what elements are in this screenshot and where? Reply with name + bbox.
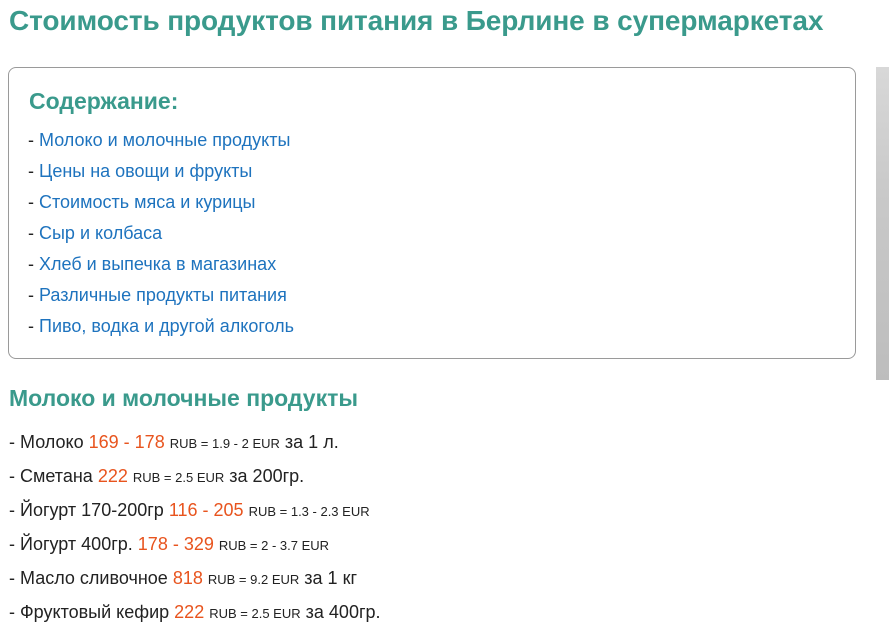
product-unit: за 200гр. (229, 466, 305, 486)
product-name: Молоко (20, 432, 84, 452)
toc-list: - Молоко и молочные продукты - Цены на о… (28, 127, 294, 344)
price-rub: 222 (174, 602, 205, 622)
price-rub: 222 (97, 466, 128, 486)
price-rub: 116 - 205 (168, 500, 244, 520)
section-title: Молоко и молочные продукты (9, 385, 358, 411)
price-rub: 169 - 178 (88, 432, 165, 452)
product-unit: за 1 кг (304, 568, 358, 588)
toc-item: - Хлеб и выпечка в магазинах (28, 254, 277, 274)
product-name: Масло сливочное (20, 568, 168, 588)
price-item: - Йогурт 400гр. 178 - 329 RUB = 2 - 3.7 … (9, 534, 330, 554)
toc-link-vegetables[interactable]: Цены на овощи и фрукты (39, 161, 252, 181)
toc-link-misc[interactable]: Различные продукты питания (39, 285, 287, 305)
product-unit: за 400гр. (305, 602, 381, 622)
toc-item: - Молоко и молочные продукты (28, 130, 291, 150)
price-conversion: RUB = 2.5 EUR (132, 470, 225, 485)
toc-item: - Цены на овощи и фрукты (28, 161, 253, 181)
price-item: - Масло сливочное 818 RUB = 9.2 EUR за 1… (9, 568, 358, 588)
toc-link-alcohol[interactable]: Пиво, водка и другой алкоголь (39, 316, 294, 336)
price-item: - Сметана 222 RUB = 2.5 EUR за 200гр. (9, 466, 305, 486)
toc-link-bread[interactable]: Хлеб и выпечка в магазинах (39, 254, 276, 274)
price-rub: 818 (172, 568, 203, 588)
toc-title: Содержание: (29, 88, 179, 114)
price-item: - Йогурт 170-200гр 116 - 205 RUB = 1.3 -… (9, 500, 370, 520)
price-rub: 178 - 329 (137, 534, 214, 554)
price-conversion: RUB = 9.2 EUR (207, 572, 300, 587)
product-name: Фруктовый кефир (20, 602, 170, 622)
page-title: Стоимость продуктов питания в Берлине в … (9, 5, 824, 36)
product-name: Йогурт 170-200гр (20, 500, 164, 520)
price-conversion: RUB = 2 - 3.7 EUR (218, 538, 330, 553)
product-unit: за 1 л. (284, 432, 339, 452)
toc-link-meat[interactable]: Стоимость мяса и курицы (39, 192, 256, 212)
toc-item: - Пиво, водка и другой алкоголь (28, 316, 294, 336)
product-name: Сметана (20, 466, 93, 486)
toc-item: - Сыр и колбаса (28, 223, 163, 243)
price-list: - Молоко 169 - 178 RUB = 1.9 - 2 EUR за … (9, 429, 381, 633)
toc-item: - Различные продукты питания (28, 285, 287, 305)
price-conversion: RUB = 1.9 - 2 EUR (169, 436, 280, 451)
price-conversion: RUB = 1.3 - 2.3 EUR (248, 504, 370, 519)
table-of-contents: Содержание: - Молоко и молочные продукты… (8, 67, 856, 359)
toc-link-cheese[interactable]: Сыр и колбаса (39, 223, 162, 243)
toc-item: - Стоимость мяса и курицы (28, 192, 256, 212)
price-item: - Молоко 169 - 178 RUB = 1.9 - 2 EUR за … (9, 432, 339, 452)
price-conversion: RUB = 2.5 EUR (209, 606, 301, 621)
product-name: Йогурт 400гр. (20, 534, 133, 554)
price-item: - Фруктовый кефир 222 RUB = 2.5 EUR за 4… (9, 602, 381, 622)
toc-link-milk[interactable]: Молоко и молочные продукты (39, 130, 290, 150)
side-image (876, 67, 889, 380)
